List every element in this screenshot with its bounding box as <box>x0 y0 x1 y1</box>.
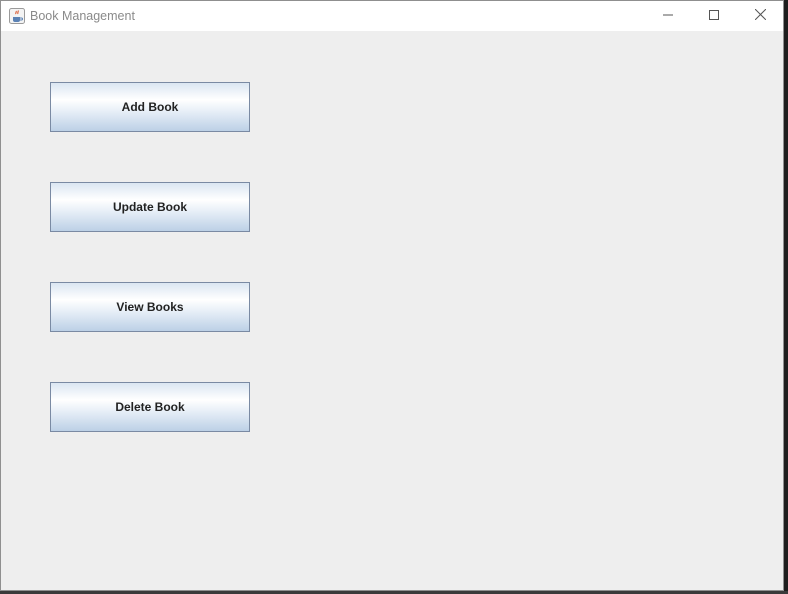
window-controls <box>645 1 783 31</box>
content-panel: Add Book Update Book View Books Delete B… <box>1 31 783 590</box>
title-bar[interactable]: Book Management <box>1 1 783 31</box>
add-book-button[interactable]: Add Book <box>50 82 250 132</box>
view-books-button[interactable]: View Books <box>50 282 250 332</box>
background-edge <box>784 0 788 594</box>
minimize-button[interactable] <box>645 1 691 31</box>
update-book-button[interactable]: Update Book <box>50 182 250 232</box>
maximize-icon <box>709 7 719 25</box>
close-button[interactable] <box>737 1 783 31</box>
window-title: Book Management <box>30 9 135 23</box>
delete-book-button[interactable]: Delete Book <box>50 382 250 432</box>
close-icon <box>754 7 766 25</box>
java-cup-icon <box>9 8 25 24</box>
maximize-button[interactable] <box>691 1 737 31</box>
minimize-icon <box>663 7 673 25</box>
app-window: Book Management Add Book Update Book Vie… <box>0 0 784 591</box>
